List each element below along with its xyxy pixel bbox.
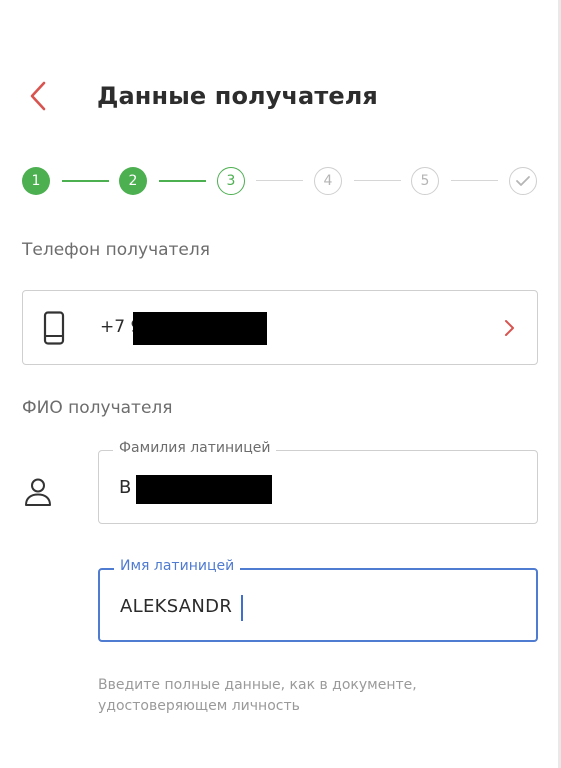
step-connector (62, 180, 109, 182)
progress-stepper: 1 2 3 4 5 (22, 166, 542, 198)
text-caret (241, 595, 243, 621)
first-name-field[interactable]: Имя латиницей ALEKSANDR (98, 558, 538, 642)
step-3: 3 (217, 167, 245, 195)
name-section-label: ФИО получателя (22, 398, 173, 418)
helper-text: Введите полные данные, как в документе, … (98, 677, 417, 714)
step-final (509, 167, 537, 195)
step-4: 4 (314, 167, 342, 195)
chevron-right-icon (505, 320, 514, 336)
step-5-label: 5 (420, 173, 430, 189)
back-button[interactable] (22, 78, 54, 114)
surname-field[interactable]: Фамилия латиницей B (98, 440, 538, 524)
redacted-block (136, 475, 272, 504)
step-2: 2 (119, 167, 147, 195)
step-connector (451, 180, 498, 182)
step-5: 5 (411, 167, 439, 195)
step-connector (354, 180, 401, 182)
step-1: 1 (22, 167, 50, 195)
check-icon (516, 176, 530, 186)
person-icon (25, 478, 51, 506)
first-name-value: ALEKSANDR (120, 596, 233, 617)
redacted-block (133, 312, 267, 345)
page-title: Данные получателя (97, 82, 378, 110)
chevron-left-icon (30, 81, 46, 111)
phone-select-button[interactable]: +7 9 (22, 290, 538, 365)
surname-field-label: Фамилия латиницей (113, 440, 277, 456)
step-3-label: 3 (226, 173, 236, 189)
surname-value: B (119, 477, 132, 498)
step-connector (256, 180, 303, 182)
step-1-label: 1 (31, 173, 41, 189)
step-4-label: 4 (323, 173, 333, 189)
step-2-label: 2 (128, 173, 138, 189)
step-connector (159, 180, 206, 182)
header: Данные получателя (0, 68, 561, 128)
phone-section-label: Телефон получателя (22, 240, 210, 260)
smartphone-icon (43, 311, 65, 345)
first-name-field-label: Имя латиницей (114, 558, 241, 574)
